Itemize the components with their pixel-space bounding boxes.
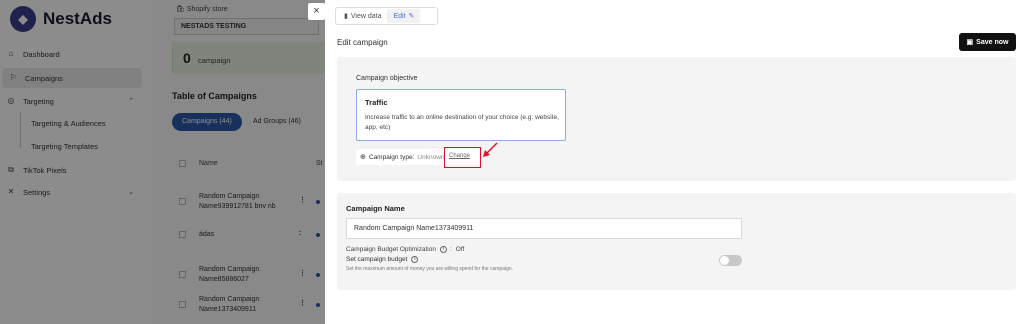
edit-icon: ✎ [408, 13, 415, 20]
set-budget-label: Set campaign budget [346, 256, 408, 263]
save-button[interactable]: ▣ Save now [959, 33, 1016, 51]
objective-panel: Campaign objective Traffic Increase traf… [337, 57, 1016, 181]
set-budget-toggle[interactable] [719, 255, 742, 266]
view-edit-toggle: ▮ View data Edit ✎ [335, 7, 438, 25]
view-data-option[interactable]: ▮ View data [338, 9, 387, 23]
view-data-label: View data [350, 12, 382, 20]
edit-campaign-drawer: ▮ View data Edit ✎ Edit campaign ▣ Save … [325, 0, 1024, 324]
info-icon[interactable]: i [411, 256, 419, 263]
cbo-value: Off [455, 246, 465, 253]
cbo-separator: : [449, 246, 452, 253]
set-budget-help: Set the maximum amount of money you are … [346, 266, 514, 272]
save-label: Save now [976, 38, 1009, 46]
save-icon: ▣ [966, 39, 974, 46]
toggle-knob [720, 256, 729, 265]
cbo-label: Campaign Budget Optimization [346, 246, 436, 253]
objective-description: Increase traffic to an online destinatio… [365, 114, 559, 131]
campaign-name-title: Campaign Name [346, 204, 405, 213]
campaign-type-value: Unknown [417, 153, 445, 161]
campaign-name-input[interactable]: Random Campaign Name1373409911 [346, 218, 742, 239]
bar-chart-icon: ▮ [344, 13, 348, 20]
red-arrow-icon [483, 142, 498, 157]
edit-label: Edit [393, 12, 406, 20]
campaign-name-panel: Campaign Name Random Campaign Name137340… [337, 193, 1016, 290]
objective-name: Traffic [365, 98, 388, 107]
page-title: Edit campaign [337, 38, 388, 47]
objective-section-label: Campaign objective [356, 75, 418, 82]
modal-overlay[interactable] [0, 0, 325, 324]
info-icon[interactable]: i [439, 246, 447, 253]
campaign-type-label: Campaign type: [368, 153, 415, 161]
close-drawer-button[interactable]: × [308, 3, 325, 20]
edit-option[interactable]: Edit ✎ [387, 9, 421, 23]
set-budget-row: Set campaign budget i [346, 256, 421, 263]
cbo-row: Campaign Budget Optimization i : Off [346, 246, 464, 253]
change-link[interactable]: Change [449, 153, 470, 159]
objective-card[interactable]: Traffic Increase traffic to an online de… [356, 89, 566, 141]
crosshair-icon: ⊕ [360, 154, 366, 161]
